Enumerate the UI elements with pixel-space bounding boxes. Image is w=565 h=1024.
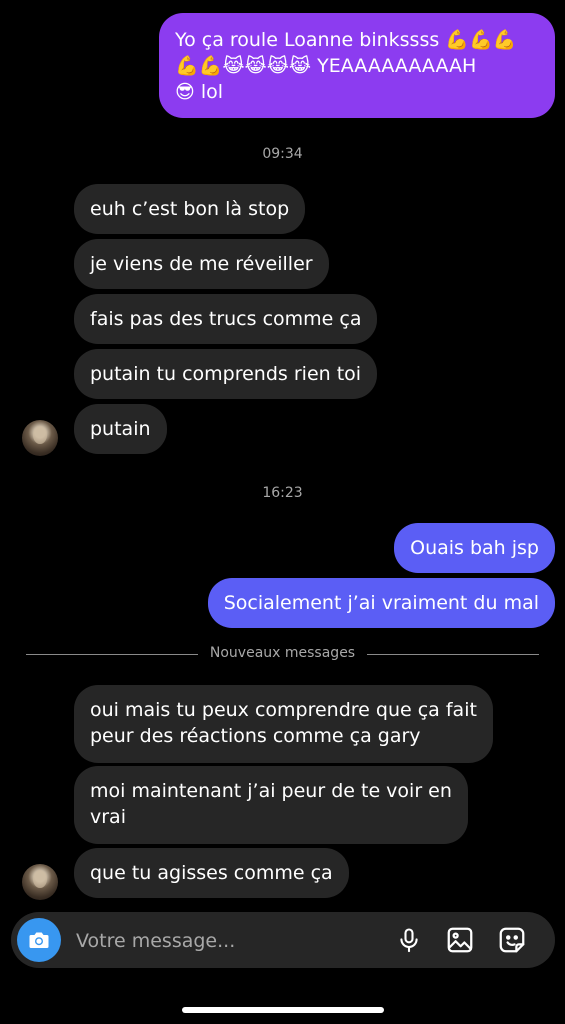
- gallery-button[interactable]: [444, 924, 476, 956]
- message-text-line: vrai: [90, 806, 126, 828]
- message-text-line: moi maintenant j’ai peur de te voir en: [90, 780, 452, 802]
- message-text-line: 💪💪😹😹😹😹 YEAAAAAAAAAH: [175, 55, 477, 77]
- incoming-message[interactable]: euh c’est bon là stop: [74, 184, 306, 234]
- incoming-message[interactable]: fais pas des trucs comme ça: [74, 294, 378, 344]
- new-messages-divider: Nouveaux messages: [209, 645, 356, 661]
- timestamp: 09:34: [262, 146, 303, 162]
- message-text: fais pas des trucs comme ça: [90, 308, 362, 330]
- message-input[interactable]: [74, 925, 378, 957]
- incoming-message[interactable]: moi maintenant j’ai peur de te voir en v…: [74, 766, 468, 844]
- message-text: Socialement j’ai vraiment du mal: [223, 592, 539, 614]
- message-text: euh c’est bon là stop: [90, 198, 290, 220]
- camera-icon: [29, 932, 49, 948]
- message-text-line: peur des réactions comme ça gary: [90, 725, 421, 747]
- incoming-message[interactable]: putain: [74, 404, 167, 454]
- message-text: putain tu comprends rien toi: [90, 363, 362, 385]
- message-text: que tu agisses comme ça: [90, 862, 333, 884]
- home-indicator: [182, 1007, 384, 1013]
- incoming-message[interactable]: je viens de me réveiller: [74, 239, 329, 289]
- outgoing-message[interactable]: Socialement j’ai vraiment du mal: [207, 578, 555, 628]
- camera-button[interactable]: [17, 918, 61, 962]
- message-text: Ouais bah jsp: [410, 537, 539, 559]
- sticker-icon: [499, 927, 525, 953]
- incoming-message[interactable]: que tu agisses comme ça: [74, 848, 349, 898]
- incoming-message[interactable]: oui mais tu peux comprendre que ça fait …: [74, 685, 493, 763]
- message-text-line: Yo ça roule Loanne binkssss 💪💪💪: [175, 29, 517, 51]
- incoming-message[interactable]: putain tu comprends rien toi: [74, 349, 378, 399]
- avatar[interactable]: [22, 864, 58, 900]
- outgoing-message[interactable]: Yo ça roule Loanne binkssss 💪💪💪 💪💪😹😹😹😹 Y…: [159, 13, 555, 118]
- voice-button[interactable]: [393, 924, 425, 956]
- message-text-line: oui mais tu peux comprendre que ça fait: [90, 699, 477, 721]
- gallery-icon: [447, 927, 473, 953]
- avatar[interactable]: [22, 420, 58, 456]
- microphone-icon: [400, 928, 418, 953]
- message-text: putain: [90, 418, 151, 440]
- message-composer: [11, 912, 555, 968]
- divider-line: [367, 654, 539, 655]
- sticker-button[interactable]: [496, 924, 528, 956]
- message-text: je viens de me réveiller: [90, 253, 313, 275]
- timestamp: 16:23: [262, 485, 303, 501]
- outgoing-message[interactable]: Ouais bah jsp: [394, 523, 555, 573]
- message-text-line: 😎 lol: [175, 81, 224, 103]
